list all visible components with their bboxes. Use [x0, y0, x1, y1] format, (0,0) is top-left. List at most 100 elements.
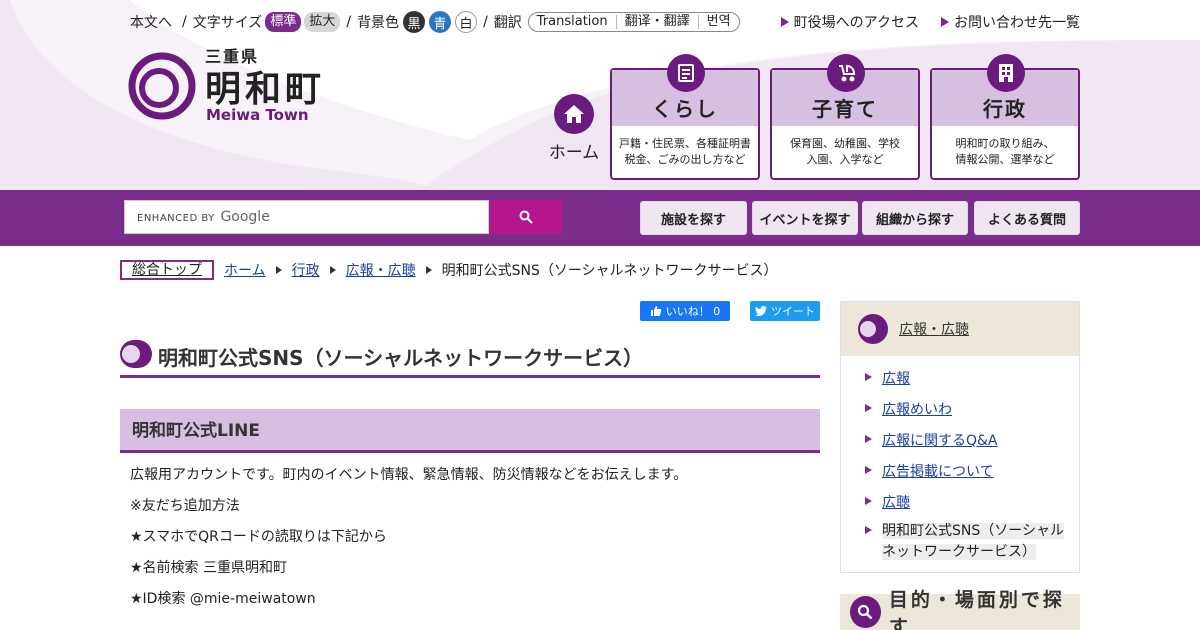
breadcrumb-home[interactable]: ホーム — [224, 260, 266, 280]
page-title: 明和町公式SNS（ソーシャルネットワークサービス） — [120, 336, 820, 378]
triangle-right-icon — [865, 497, 872, 505]
utility-bar-right: 町役場へのアクセス お問い合わせ先一覧 — [759, 10, 1080, 34]
bg-black-button[interactable]: 黒 — [403, 11, 426, 33]
separator: / — [483, 14, 488, 30]
home-nav-button[interactable]: ホーム — [546, 94, 602, 163]
logo-town-name: 明和町 — [205, 69, 326, 110]
tweet-button[interactable]: ツイート — [750, 301, 820, 321]
paragraph: ※友だち追加方法 — [130, 498, 240, 514]
search-icon — [519, 210, 533, 224]
tile-description: 明和町の取り組み、 情報公開、選挙など — [932, 126, 1078, 178]
sidebar-item-label[interactable]: 広報めいわ — [882, 399, 952, 419]
sidebar-current-line: 明和町公式SNS（ソーシャル — [882, 523, 1064, 539]
page-title-text: 明和町公式SNS（ソーシャルネットワークサービス） — [158, 346, 644, 370]
logo-town-name-en: Meiwa Town — [206, 106, 309, 124]
translation-option-english[interactable]: Translation — [529, 15, 616, 29]
utility-bar-left: 本文へ / 文字サイズ 標準 拡大 / 背景色 黒 青 白 / 翻訳 Trans… — [130, 10, 740, 34]
sidebar-item-koho-meiwa[interactable]: 広報めいわ — [865, 399, 952, 419]
tweet-label: ツイート — [771, 305, 815, 318]
purpose-search-label: 目的・場面別で探す — [888, 589, 1065, 630]
access-link-label: 町役場へのアクセス — [793, 15, 919, 31]
search-icon — [850, 596, 881, 628]
tile-desc-line: 情報公開、選挙など — [955, 153, 1055, 166]
background-color-label: 背景色 — [357, 15, 400, 31]
sidebar-item-label[interactable]: 広告掲載について — [882, 461, 994, 481]
paragraph: ★ID検索 @mie-meiwatown — [130, 591, 316, 607]
sidebar-item-label[interactable]: 広報に関するQ&A — [882, 430, 998, 450]
nav-tile-gyosei[interactable]: 行政 明和町の取り組み、 情報公開、選挙など — [930, 54, 1080, 180]
triangle-right-icon — [865, 404, 872, 412]
translation-option-chinese[interactable]: 翻译・翻譯 — [615, 15, 698, 29]
section-heading: 明和町公式LINE — [120, 409, 820, 453]
tile-desc-line: 保育園、幼稚園、学校 — [790, 137, 900, 150]
font-large-button[interactable]: 拡大 — [304, 12, 341, 32]
tile-desc-line: 入園、入学など — [806, 153, 884, 166]
twitter-bird-icon — [755, 306, 767, 316]
breadcrumb-current: 明和町公式SNS（ソーシャルネットワークサービス） — [441, 263, 778, 279]
breadcrumb-arrow-icon — [425, 266, 432, 274]
tile-desc-line: 戸籍・住民票、各種証明書 — [619, 137, 751, 150]
breadcrumb-top[interactable]: 総合トップ — [120, 260, 214, 280]
sidebar-heading-link[interactable]: 広報・広聴 — [899, 319, 969, 339]
sidebar-item-koho[interactable]: 広報 — [865, 368, 910, 388]
sidebar-item-advertising[interactable]: 広告掲載について — [865, 461, 994, 481]
town-emblem-icon — [128, 52, 196, 120]
breadcrumb: 総合トップ ホーム 行政 広報・広聴 明和町公式SNS（ソーシャルネットワークサ… — [120, 260, 778, 280]
breadcrumb-arrow-icon — [275, 266, 282, 274]
separator: / — [182, 14, 187, 30]
triangle-right-icon — [865, 466, 872, 474]
access-link[interactable]: 町役場へのアクセス — [780, 12, 919, 32]
purpose-search-heading[interactable]: 目的・場面別で探す — [840, 589, 1080, 630]
paragraph: 広報用アカウントです。町内のイベント情報、緊急情報、防災情報などをお伝えします。 — [130, 467, 688, 483]
nav-tile-kosodate[interactable]: 子育て 保育園、幼稚園、学校 入園、入学など — [770, 54, 920, 180]
facility-search-button[interactable]: 施設を探す — [640, 201, 747, 235]
sidebar-nav: 広報・広聴 広報 広報めいわ 広報に関するQ&A 広告掲載について 広聴 明和町… — [840, 301, 1080, 573]
triangle-right-icon — [865, 373, 872, 381]
breadcrumb-gyosei[interactable]: 行政 — [292, 260, 320, 280]
organization-search-button[interactable]: 組織から探す — [862, 201, 968, 235]
font-standard-button[interactable]: 標準 — [265, 12, 302, 32]
nav-tile-kurashi[interactable]: くらし 戸籍・住民票、各種証明書 税金、ごみの出し方など — [610, 54, 760, 180]
triangle-right-icon — [941, 17, 949, 27]
sidebar-item-current-sns: 明和町公式SNS（ソーシャル ネットワークサービス） — [865, 521, 1064, 563]
document-icon — [667, 54, 705, 92]
search-bar: ENHANCED BY Google 施設を探す イベントを探す 組織から探す … — [0, 190, 1200, 246]
separator: / — [346, 14, 352, 30]
search-button[interactable] — [490, 200, 562, 234]
breadcrumb-arrow-icon — [329, 266, 336, 274]
sidebar-badge-icon — [858, 314, 888, 344]
title-badge-icon — [120, 340, 152, 368]
faq-button[interactable]: よくある質問 — [974, 201, 1080, 235]
sidebar-item-kocho[interactable]: 広聴 — [865, 492, 910, 512]
breadcrumb-koho[interactable]: 広報・広聴 — [346, 260, 416, 280]
triangle-right-icon — [780, 17, 789, 27]
translate-label: 翻訳 — [493, 15, 522, 31]
paragraph: ★名前検索 三重県明和町 — [130, 560, 288, 576]
translation-option-korean[interactable]: 번역 — [697, 15, 739, 29]
contact-list-link[interactable]: お問い合わせ先一覧 — [941, 12, 1080, 32]
like-label: いいね！ 0 — [665, 305, 721, 318]
site-logo[interactable]: 三重県 明和町 Meiwa Town — [128, 47, 358, 126]
sidebar-item-label[interactable]: 広報 — [882, 368, 910, 388]
facebook-like-button[interactable]: いいね！ 0 — [640, 301, 730, 321]
thumbs-up-icon — [650, 306, 662, 316]
sidebar-item-label[interactable]: 広聴 — [882, 492, 910, 512]
translation-selector[interactable]: Translation 翻译・翻譯 번역 — [527, 12, 740, 32]
skip-to-content-link[interactable]: 本文へ — [130, 12, 172, 32]
tile-desc-line: 税金、ごみの出し方など — [624, 153, 746, 166]
contact-link-label: お問い合わせ先一覧 — [954, 15, 1080, 31]
sidebar-current-line: ネットワークサービス） — [882, 544, 1036, 560]
bg-blue-button[interactable]: 青 — [429, 11, 452, 33]
site-header: 本文へ / 文字サイズ 標準 拡大 / 背景色 黒 青 白 / 翻訳 Trans… — [0, 0, 1200, 190]
bg-white-button[interactable]: 白 — [455, 11, 478, 33]
triangle-right-icon — [865, 526, 872, 534]
tile-description: 保育園、幼稚園、学校 入園、入学など — [772, 126, 918, 178]
event-search-button[interactable]: イベントを探す — [752, 201, 858, 235]
sidebar-item-koho-qa[interactable]: 広報に関するQ&A — [865, 430, 998, 450]
sidebar-heading: 広報・広聴 — [841, 302, 1079, 356]
search-input[interactable] — [124, 200, 489, 234]
triangle-right-icon — [865, 435, 872, 443]
font-size-label: 文字サイズ — [192, 15, 263, 31]
home-icon — [554, 94, 594, 134]
tile-desc-line: 明和町の取り組み、 — [955, 137, 1055, 150]
